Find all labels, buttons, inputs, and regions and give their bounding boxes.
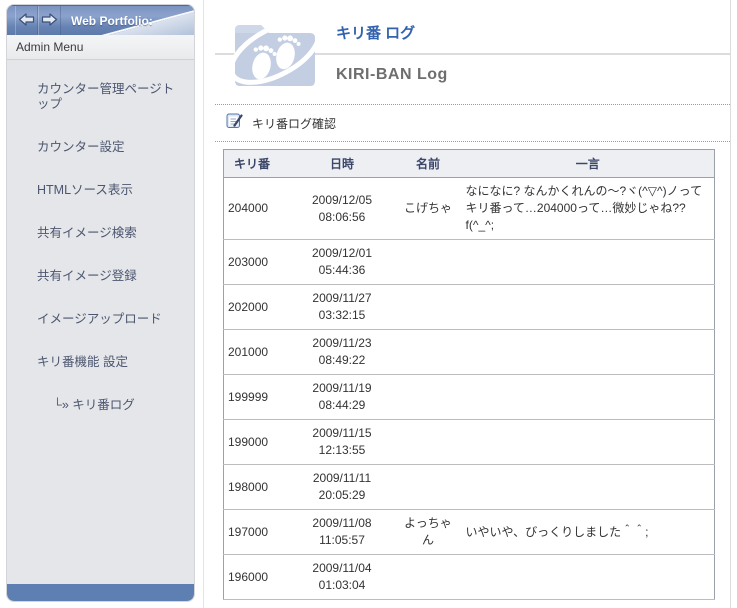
log-table-body: 204000 2009/12/05 08:06:56 こげちゃ なになに? なん… (223, 177, 715, 600)
kiriban-log-table: キリ番 日時 名前 一言 204000 2009/12/05 08:06:56 … (223, 149, 715, 600)
kiriban-cell: 201000 (223, 329, 290, 375)
kiriban-cell: 202000 (223, 284, 290, 330)
date-value: 2009/11/23 (312, 336, 372, 350)
date-value: 2009/12/05 (311, 192, 373, 207)
time-value: 08:06:56 (318, 209, 366, 224)
datetime-cell: 2009/11/19 08:44:29 (289, 374, 395, 420)
log-table-row: 198000 2009/11/11 20:05:29 (223, 464, 715, 510)
sidebar-header: Web Portfolio: (7, 5, 194, 35)
date-value: 2009/11/11 (312, 471, 372, 485)
back-arrow-icon (18, 12, 35, 29)
name-cell (394, 554, 462, 600)
admin-menu-label: Admin Menu (7, 35, 194, 60)
datetime-cell: 2009/11/08 11:05:57 (289, 509, 395, 555)
comment-cell: なになに? なんかくれんの〜?ヾ(^▽^)ノってキリ番って…204000って…微… (461, 177, 715, 240)
time-value: 05:44:36 (318, 263, 366, 277)
portfolio-title: Web Portfolio: (71, 13, 153, 28)
section-label: キリ番ログ確認 (252, 116, 337, 131)
sidebar-item[interactable]: カウンター設定 (7, 126, 194, 169)
col-header-name: 名前 (394, 149, 462, 178)
page-title-jp: キリ番 ログ (336, 25, 416, 42)
date-value: 2009/11/04 (312, 561, 372, 575)
kiriban-cell: 196000 (223, 554, 290, 600)
name-cell (394, 374, 462, 420)
time-value: 08:44:29 (318, 398, 366, 412)
datetime-cell: 2009/11/11 20:05:29 (289, 464, 395, 510)
kiriban-cell: 198000 (223, 464, 290, 510)
sidebar-item[interactable]: キリ番機能 設定 (7, 341, 194, 384)
time-value: 11:05:57 (319, 533, 365, 547)
datetime-cell: 2009/11/23 08:49:22 (289, 329, 395, 375)
kiriban-cell: 199999 (223, 374, 290, 420)
col-header-kiriban: キリ番 (223, 149, 290, 178)
datetime-cell: 2009/12/05 08:06:56 (289, 177, 395, 240)
log-check-section-bar: キリ番ログ確認 (215, 104, 730, 142)
datetime-cell: 2009/11/15 12:13:55 (289, 419, 395, 465)
log-table-row: 199000 2009/11/15 12:13:55 (223, 419, 715, 465)
sidebar-subitem[interactable]: └» キリ番ログ (7, 384, 194, 427)
log-table-row: 197000 2009/11/08 11:05:57 よっちゃん いやいや、びっ… (223, 509, 715, 555)
name-cell: よっちゃん (394, 509, 462, 555)
comment-cell (461, 374, 715, 420)
date-value: 2009/12/01 (311, 246, 373, 260)
comment-cell (461, 419, 715, 465)
comment-cell (461, 284, 715, 330)
kiriban-cell: 199000 (223, 419, 290, 465)
name-cell (394, 284, 462, 330)
col-header-comment: 一言 (461, 149, 715, 178)
datetime-cell: 2009/12/01 05:44:36 (289, 239, 395, 285)
date-value: 2009/11/15 (312, 426, 372, 440)
main-content: キリ番 ログ KIRI-BAN Log キリ番ログ確認 キリ番 日時 名前 一言… (203, 0, 731, 608)
date-value: 2009/11/27 (312, 291, 372, 305)
table-header-row: キリ番 日時 名前 一言 (223, 149, 715, 178)
sidebar-item[interactable]: HTMLソース表示 (7, 169, 194, 212)
log-table-row: 201000 2009/11/23 08:49:22 (223, 329, 715, 375)
time-value: 01:03:04 (318, 578, 366, 592)
log-note-icon (226, 112, 243, 134)
admin-sidebar: Web Portfolio: Admin Menu カウンター管理ページトップカ… (6, 4, 195, 602)
log-table-row: 203000 2009/12/01 05:44:36 (223, 239, 715, 285)
forward-arrow-icon (41, 12, 58, 29)
name-cell (394, 329, 462, 375)
log-table-row: 196000 2009/11/04 01:03:04 (223, 554, 715, 600)
col-header-datetime: 日時 (289, 149, 395, 178)
footprints-folder-icon (228, 6, 322, 96)
datetime-cell: 2009/11/04 01:03:04 (289, 554, 395, 600)
name-cell (394, 419, 462, 465)
name-cell (394, 239, 462, 285)
comment-cell: いやいや、びっくりしました＾＾; (461, 509, 715, 555)
sidebar-item[interactable]: 共有イメージ検索 (7, 212, 194, 255)
sidebar-footer-bar (7, 584, 194, 601)
time-value: 20:05:29 (318, 488, 366, 502)
name-cell: こげちゃ (394, 177, 462, 240)
nav-arrows (15, 6, 61, 35)
kiriban-cell: 204000 (223, 177, 290, 240)
comment-cell (461, 239, 715, 285)
time-value: 03:32:15 (318, 308, 366, 322)
log-table-row: 204000 2009/12/05 08:06:56 こげちゃ なになに? なん… (223, 177, 715, 240)
date-value: 2009/11/19 (312, 381, 372, 395)
log-table-row: 202000 2009/11/27 03:32:15 (223, 284, 715, 330)
kiriban-cell: 197000 (223, 509, 290, 555)
sidebar-item[interactable]: カウンター管理ページトップ (7, 68, 194, 126)
comment-cell (461, 554, 715, 600)
time-value: 08:49:22 (318, 353, 366, 367)
comment-cell (461, 464, 715, 510)
kiriban-cell: 203000 (223, 239, 290, 285)
name-cell (394, 464, 462, 510)
kiriban-log-page: Web Portfolio: Admin Menu カウンター管理ページトップカ… (0, 0, 737, 608)
datetime-cell: 2009/11/27 03:32:15 (289, 284, 395, 330)
sidebar-item[interactable]: 共有イメージ登録 (7, 255, 194, 298)
time-value: 12:13:55 (318, 443, 366, 457)
sidebar-menu: カウンター管理ページトップ カウンター設定 HTMLソース表示 共有イメージ検索 共有イ… (7, 60, 194, 427)
back-button[interactable] (15, 6, 38, 35)
date-value: 2009/11/08 (312, 516, 372, 530)
sidebar-item[interactable]: イメージアップロード (7, 298, 194, 341)
log-table-row: 199999 2009/11/19 08:44:29 (223, 374, 715, 420)
forward-button[interactable] (38, 6, 61, 35)
comment-cell (461, 329, 715, 375)
page-title-en: KIRI-BAN Log (336, 66, 448, 83)
